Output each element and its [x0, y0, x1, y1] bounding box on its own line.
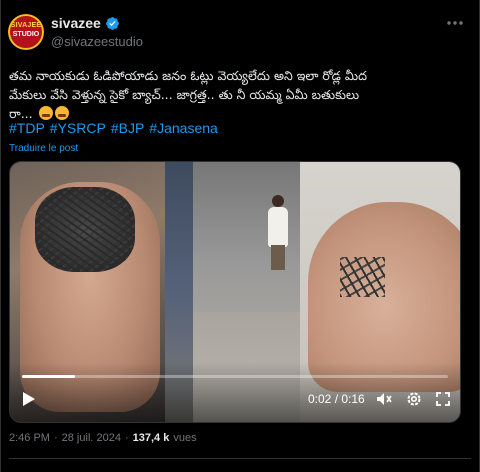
meta-separator: ·	[53, 432, 58, 444]
divider	[9, 458, 471, 459]
avatar-ring	[8, 14, 44, 50]
views-label: vues	[173, 432, 197, 444]
author-name-row[interactable]: sivazee	[51, 15, 120, 31]
hashtags: #TDP #YSRCP #BJP #Janasena	[9, 120, 218, 136]
person-body-image	[268, 207, 288, 247]
tweet-text: తమ నాయకుడు ఓడిపోయాడు జనం ఓట్లు వెయ్యలేదు…	[9, 66, 471, 123]
person-legs-image	[271, 245, 285, 270]
verified-badge-icon[interactable]	[105, 16, 120, 31]
person-head-image	[272, 195, 284, 207]
tired-face-emoji-icon	[38, 106, 53, 120]
video-progress-bar[interactable]	[22, 375, 448, 378]
avatar[interactable]: SIVAJEE STUDIO	[8, 14, 44, 50]
tweet-text-line-3-text: రా...	[9, 106, 33, 121]
hashtag-link[interactable]: #Janasena	[149, 120, 218, 136]
author-handle[interactable]: @sivazeestudio	[51, 34, 143, 49]
more-options-icon[interactable]	[445, 16, 465, 30]
mute-icon[interactable]	[375, 390, 393, 408]
video-player[interactable]: 0:02 / 0:16	[9, 161, 461, 423]
tweet-text-line-2: మేకులు వేసి వెళ్తున్న సైకో బ్యాచ్... జాగ…	[9, 87, 360, 102]
hashtag-link[interactable]: #TDP	[9, 120, 45, 136]
tweet-date[interactable]: 28 juil. 2024	[62, 432, 121, 444]
few-nails-image	[340, 257, 385, 297]
play-icon[interactable]	[22, 391, 36, 407]
views-count: 137,4 k	[132, 432, 170, 444]
fullscreen-icon[interactable]	[434, 390, 452, 408]
video-time-display: 0:02 / 0:16	[308, 392, 365, 406]
tired-face-emoji-icon	[54, 106, 69, 120]
tweet-card[interactable]: SIVAJEE STUDIO sivazee @sivazeestudio తమ…	[0, 0, 480, 472]
translate-post-link[interactable]: Traduire le post	[9, 143, 78, 154]
settings-icon[interactable]	[405, 390, 423, 408]
author-display-name[interactable]: sivazee	[51, 15, 101, 31]
meta-separator: ·	[124, 432, 129, 444]
tweet-metadata: 2:46 PM · 28 juil. 2024 · 137,4 k vues	[9, 432, 197, 444]
hashtag-link[interactable]: #BJP	[111, 120, 144, 136]
hashtag-link[interactable]: #YSRCP	[50, 120, 106, 136]
tweet-time[interactable]: 2:46 PM	[9, 432, 50, 444]
tweet-text-line-1: తమ నాయకుడు ఓడిపోయాడు జనం ఓట్లు వెయ్యలేదు…	[9, 68, 367, 83]
video-progress-fill	[22, 375, 76, 378]
nails-pile-image	[35, 187, 135, 272]
